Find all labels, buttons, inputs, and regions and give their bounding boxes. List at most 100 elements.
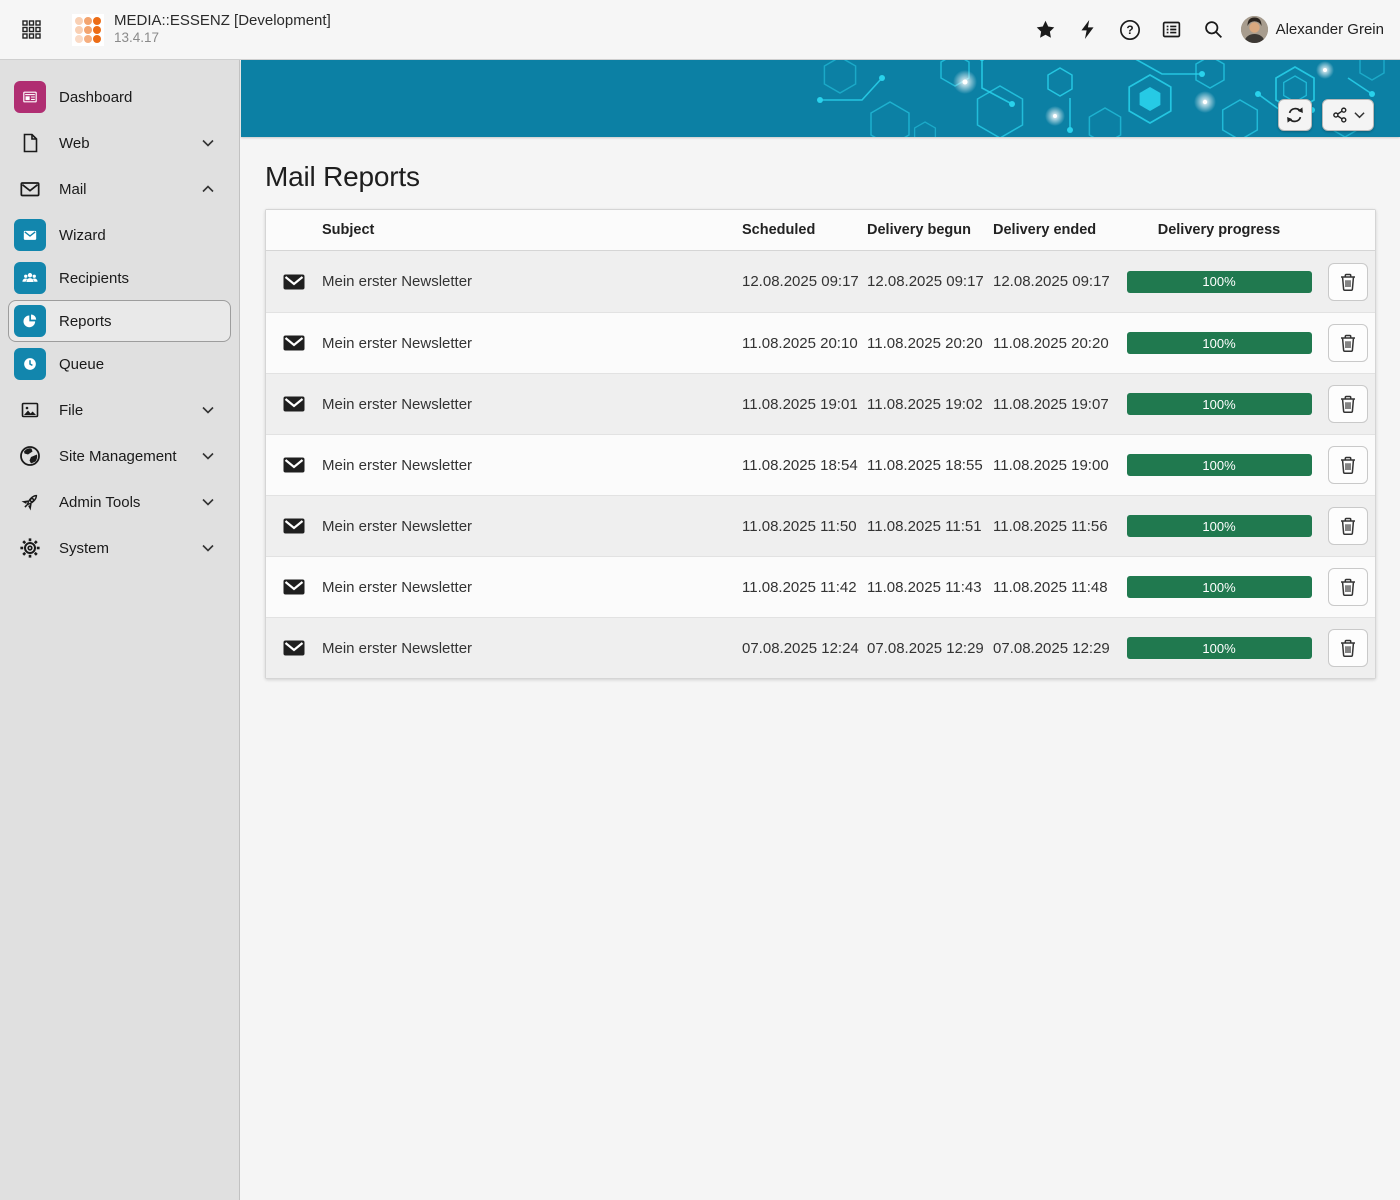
sidebar-item-queue[interactable]: Queue <box>8 343 231 385</box>
sidebar-item-admin-tools[interactable]: Admin Tools <box>8 481 231 523</box>
report-delivery-ended: 11.08.2025 19:07 <box>993 396 1118 413</box>
report-subject: Mein erster Newsletter <box>322 396 742 413</box>
sidebar-item-web[interactable]: Web <box>8 122 231 164</box>
delete-button[interactable] <box>1328 568 1368 606</box>
progress-bar: 100% <box>1127 271 1312 293</box>
report-scheduled: 11.08.2025 11:42 <box>742 579 867 596</box>
delete-button[interactable] <box>1328 507 1368 545</box>
mail-reports-table: Subject Scheduled Delivery begun Deliver… <box>265 209 1376 679</box>
refresh-button[interactable] <box>1278 99 1312 131</box>
col-header-delivery-begun: Delivery begun <box>867 222 993 238</box>
table-body: Mein erster Newsletter 12.08.2025 09:17 … <box>266 251 1375 678</box>
delete-button[interactable] <box>1328 324 1368 362</box>
sidebar-item-recipients[interactable]: Recipients <box>8 257 231 299</box>
col-header-scheduled: Scheduled <box>742 222 867 238</box>
recipients-icon <box>14 262 46 294</box>
table-row[interactable]: Mein erster Newsletter 07.08.2025 12:24 … <box>266 617 1375 678</box>
user-avatar[interactable] <box>1241 16 1268 43</box>
main-content: Mail Reports Subject Scheduled Delivery … <box>241 60 1400 1200</box>
sidebar-item-label: Dashboard <box>59 89 132 106</box>
envelope-icon <box>266 518 322 534</box>
report-subject: Mein erster Newsletter <box>322 579 742 596</box>
gear-icon <box>14 532 46 564</box>
rocket-icon <box>14 486 46 518</box>
app-title: MEDIA::ESSENZ [Development] <box>114 12 331 31</box>
trash-icon <box>1338 272 1358 292</box>
report-delivery-ended: 11.08.2025 20:20 <box>993 335 1118 352</box>
delete-button[interactable] <box>1328 446 1368 484</box>
share-icon <box>1331 106 1349 124</box>
envelope-icon <box>266 579 322 595</box>
web-page-icon <box>14 127 46 159</box>
chevron-down-icon <box>202 498 214 506</box>
delete-button[interactable] <box>1328 385 1368 423</box>
report-delivery-ended: 11.08.2025 11:56 <box>993 518 1118 535</box>
log-list-button[interactable] <box>1157 15 1187 45</box>
table-row[interactable]: Mein erster Newsletter 11.08.2025 19:01 … <box>266 373 1375 434</box>
report-subject: Mein erster Newsletter <box>322 518 742 535</box>
envelope-icon <box>266 274 322 290</box>
trash-icon <box>1338 455 1358 475</box>
report-delivery-begun: 12.08.2025 09:17 <box>867 273 993 290</box>
progress-bar: 100% <box>1127 576 1312 598</box>
share-button[interactable] <box>1322 99 1374 131</box>
sidebar-item-file[interactable]: File <box>8 389 231 431</box>
envelope-icon <box>266 640 322 656</box>
col-header-delivery-ended: Delivery ended <box>993 222 1118 238</box>
sidebar-item-label: Site Management <box>59 448 177 465</box>
refresh-icon <box>1285 105 1305 125</box>
report-delivery-ended: 11.08.2025 11:48 <box>993 579 1118 596</box>
dashboard-icon <box>14 81 46 113</box>
list-icon <box>1161 19 1182 40</box>
progress-value: 100% <box>1202 274 1235 289</box>
progress-bar: 100% <box>1127 454 1312 476</box>
sidebar: Dashboard Web Mail Wizard <box>0 60 240 1200</box>
trash-icon <box>1338 577 1358 597</box>
chevron-up-icon <box>202 185 214 193</box>
progress-value: 100% <box>1202 519 1235 534</box>
col-header-subject: Subject <box>322 222 742 238</box>
table-row[interactable]: Mein erster Newsletter 11.08.2025 18:54 … <box>266 434 1375 495</box>
report-scheduled: 07.08.2025 12:24 <box>742 640 867 657</box>
favorites-button[interactable] <box>1031 15 1061 45</box>
sidebar-item-site-management[interactable]: Site Management <box>8 435 231 477</box>
progress-value: 100% <box>1202 458 1235 473</box>
table-row[interactable]: Mein erster Newsletter 11.08.2025 11:42 … <box>266 556 1375 617</box>
user-name[interactable]: Alexander Grein <box>1276 21 1384 38</box>
flush-cache-button[interactable] <box>1073 15 1103 45</box>
help-button[interactable]: ? <box>1115 15 1145 45</box>
sidebar-item-mail[interactable]: Mail <box>8 168 231 210</box>
trash-icon <box>1338 516 1358 536</box>
table-row[interactable]: Mein erster Newsletter 11.08.2025 11:50 … <box>266 495 1375 556</box>
apps-grid-button[interactable] <box>16 15 46 45</box>
report-delivery-ended: 12.08.2025 09:17 <box>993 273 1118 290</box>
progress-value: 100% <box>1202 397 1235 412</box>
wizard-envelope-icon <box>14 219 46 251</box>
progress-bar: 100% <box>1127 393 1312 415</box>
report-scheduled: 11.08.2025 18:54 <box>742 457 867 474</box>
sidebar-item-reports[interactable]: Reports <box>8 300 231 342</box>
sidebar-item-system[interactable]: System <box>8 527 231 569</box>
sidebar-item-wizard[interactable]: Wizard <box>8 214 231 256</box>
search-icon <box>1203 19 1224 40</box>
report-delivery-begun: 07.08.2025 12:29 <box>867 640 993 657</box>
trash-icon <box>1338 638 1358 658</box>
report-subject: Mein erster Newsletter <box>322 273 742 290</box>
page-title: Mail Reports <box>265 161 1376 193</box>
topbar: MEDIA::ESSENZ [Development] 13.4.17 ? <box>0 0 1400 60</box>
report-scheduled: 11.08.2025 11:50 <box>742 518 867 535</box>
sidebar-item-dashboard[interactable]: Dashboard <box>8 76 231 118</box>
envelope-icon <box>266 396 322 412</box>
table-row[interactable]: Mein erster Newsletter 12.08.2025 09:17 … <box>266 251 1375 312</box>
report-delivery-ended: 11.08.2025 19:00 <box>993 457 1118 474</box>
delete-button[interactable] <box>1328 263 1368 301</box>
trash-icon <box>1338 333 1358 353</box>
search-button[interactable] <box>1199 15 1229 45</box>
report-subject: Mein erster Newsletter <box>322 640 742 657</box>
sidebar-item-label: Queue <box>59 356 104 373</box>
module-banner <box>241 60 1400 137</box>
delete-button[interactable] <box>1328 629 1368 667</box>
sidebar-item-label: Mail <box>59 181 87 198</box>
table-row[interactable]: Mein erster Newsletter 11.08.2025 20:10 … <box>266 312 1375 373</box>
envelope-icon <box>266 457 322 473</box>
